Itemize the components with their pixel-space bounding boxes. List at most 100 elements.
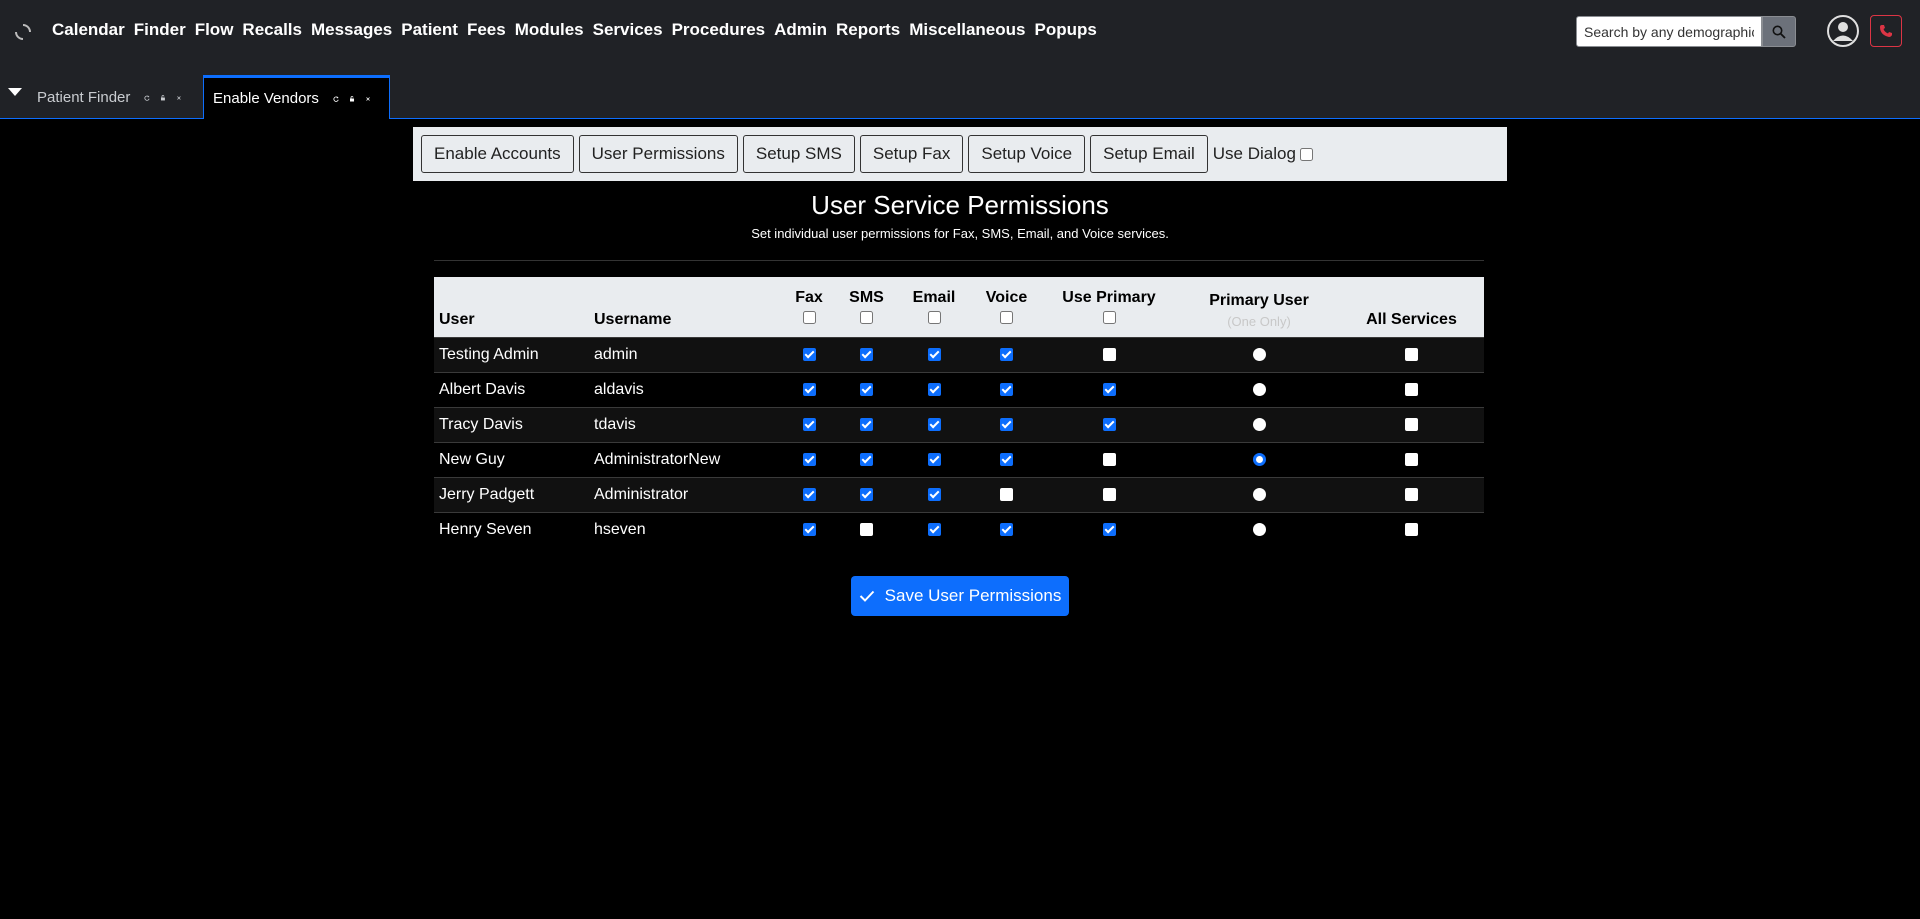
email-checkbox[interactable] bbox=[927, 417, 941, 431]
user-avatar-icon[interactable] bbox=[1826, 14, 1860, 48]
voice-checkbox[interactable] bbox=[1000, 382, 1013, 396]
all-services-checkbox[interactable] bbox=[1405, 487, 1418, 501]
use-primary-checkbox[interactable] bbox=[1102, 347, 1116, 361]
fax-checkbox[interactable] bbox=[802, 523, 816, 537]
main-menu: Calendar Finder Flow Recalls Messages Pa… bbox=[52, 20, 1106, 40]
primary-user-radio[interactable] bbox=[1252, 417, 1266, 431]
menu-admin[interactable]: Admin bbox=[774, 20, 827, 40]
header-email-label: Email bbox=[912, 288, 956, 306]
all-services-checkbox[interactable] bbox=[1405, 523, 1418, 537]
use-primary-checkbox[interactable] bbox=[1102, 382, 1116, 396]
use-primary-checkbox[interactable] bbox=[1102, 417, 1116, 431]
close-icon[interactable] bbox=[365, 93, 371, 105]
sms-checkbox[interactable] bbox=[860, 452, 873, 466]
select-all-voice-checkbox[interactable] bbox=[1000, 310, 1013, 324]
all-services-cell bbox=[1339, 512, 1484, 547]
fax-checkbox[interactable] bbox=[802, 417, 816, 431]
use-dialog-checkbox[interactable] bbox=[1299, 147, 1313, 161]
fax-cell bbox=[779, 337, 839, 372]
menu-calendar[interactable]: Calendar bbox=[52, 20, 125, 40]
menu-patient[interactable]: Patient bbox=[401, 20, 458, 40]
menu-modules[interactable]: Modules bbox=[515, 20, 584, 40]
unlock-icon[interactable] bbox=[349, 93, 355, 105]
menu-reports[interactable]: Reports bbox=[836, 20, 900, 40]
voice-checkbox[interactable] bbox=[1000, 487, 1013, 501]
search-button[interactable] bbox=[1762, 16, 1796, 47]
patient-search bbox=[1576, 16, 1796, 47]
menu-messages[interactable]: Messages bbox=[311, 20, 392, 40]
sms-checkbox[interactable] bbox=[860, 417, 873, 431]
primary-user-radio[interactable] bbox=[1252, 347, 1266, 361]
primary-user-radio[interactable] bbox=[1252, 382, 1266, 396]
fax-checkbox[interactable] bbox=[802, 487, 816, 501]
email-checkbox[interactable] bbox=[927, 523, 941, 537]
fax-checkbox[interactable] bbox=[802, 452, 816, 466]
close-icon[interactable] bbox=[176, 92, 182, 104]
menu-fees[interactable]: Fees bbox=[467, 20, 506, 40]
primary-user-radio[interactable] bbox=[1252, 487, 1266, 501]
permissions-table: User Username Fax SMS Email Voice Use Pr… bbox=[434, 277, 1484, 547]
email-checkbox[interactable] bbox=[927, 452, 941, 466]
setup-sms-button[interactable]: Setup SMS bbox=[742, 135, 855, 173]
primary-user-radio[interactable] bbox=[1252, 523, 1266, 537]
search-input[interactable] bbox=[1576, 16, 1762, 47]
header-sms: SMS bbox=[839, 277, 894, 337]
email-checkbox[interactable] bbox=[927, 487, 941, 501]
voice-checkbox[interactable] bbox=[1000, 452, 1013, 466]
header-username: Username bbox=[594, 310, 672, 328]
phone-button[interactable] bbox=[1870, 15, 1902, 47]
tab-enable-vendors[interactable]: Enable Vendors bbox=[203, 75, 390, 119]
fax-checkbox[interactable] bbox=[802, 382, 816, 396]
refresh-icon[interactable] bbox=[333, 93, 339, 105]
menu-miscellaneous[interactable]: Miscellaneous bbox=[909, 20, 1025, 40]
enable-accounts-button[interactable]: Enable Accounts bbox=[421, 135, 574, 173]
menu-finder[interactable]: Finder bbox=[134, 20, 186, 40]
app-logo-icon[interactable] bbox=[14, 23, 32, 41]
sms-checkbox[interactable] bbox=[860, 523, 873, 537]
select-all-sms-checkbox[interactable] bbox=[860, 310, 873, 324]
sms-checkbox[interactable] bbox=[860, 347, 873, 361]
select-all-fax-checkbox[interactable] bbox=[802, 310, 816, 324]
table-row: Henry Seven hseven bbox=[434, 512, 1484, 547]
all-services-checkbox[interactable] bbox=[1405, 347, 1418, 361]
user-cell: Henry Seven bbox=[439, 520, 532, 538]
sms-checkbox[interactable] bbox=[860, 487, 873, 501]
save-user-permissions-button[interactable]: Save User Permissions bbox=[851, 576, 1069, 616]
menu-popups[interactable]: Popups bbox=[1034, 20, 1096, 40]
select-all-email-checkbox[interactable] bbox=[927, 310, 941, 324]
all-services-checkbox[interactable] bbox=[1405, 417, 1418, 431]
use-primary-checkbox[interactable] bbox=[1102, 452, 1116, 466]
username-cell: Administrator bbox=[594, 485, 689, 503]
menu-services[interactable]: Services bbox=[593, 20, 663, 40]
fax-checkbox[interactable] bbox=[802, 347, 816, 361]
all-services-checkbox[interactable] bbox=[1405, 382, 1418, 396]
sms-checkbox[interactable] bbox=[860, 382, 873, 396]
save-button-label: Save User Permissions bbox=[884, 586, 1062, 605]
setup-fax-button[interactable]: Setup Fax bbox=[859, 135, 964, 173]
use-primary-checkbox[interactable] bbox=[1102, 487, 1116, 501]
divider bbox=[434, 260, 1484, 261]
refresh-icon[interactable] bbox=[144, 92, 150, 104]
primary-user-radio[interactable] bbox=[1252, 452, 1266, 466]
header-voice: Voice bbox=[974, 277, 1039, 337]
menu-flow[interactable]: Flow bbox=[195, 20, 234, 40]
user-cell: Tracy Davis bbox=[439, 415, 523, 433]
unlock-icon[interactable] bbox=[160, 92, 166, 104]
email-checkbox[interactable] bbox=[927, 347, 941, 361]
voice-checkbox[interactable] bbox=[1000, 523, 1013, 537]
voice-checkbox[interactable] bbox=[1000, 347, 1013, 361]
email-checkbox[interactable] bbox=[927, 382, 941, 396]
all-services-checkbox[interactable] bbox=[1405, 452, 1418, 466]
username-cell: hseven bbox=[594, 520, 646, 538]
setup-email-button[interactable]: Setup Email bbox=[1090, 135, 1208, 173]
tab-patient-finder[interactable]: Patient Finder bbox=[28, 76, 200, 119]
use-primary-checkbox[interactable] bbox=[1102, 523, 1116, 537]
user-permissions-button[interactable]: User Permissions bbox=[578, 135, 738, 173]
tabs-toggle-icon[interactable] bbox=[7, 86, 23, 98]
fax-cell bbox=[779, 477, 839, 512]
menu-procedures[interactable]: Procedures bbox=[672, 20, 766, 40]
voice-checkbox[interactable] bbox=[1000, 417, 1013, 431]
menu-recalls[interactable]: Recalls bbox=[242, 20, 302, 40]
setup-voice-button[interactable]: Setup Voice bbox=[968, 135, 1086, 173]
select-all-use-primary-checkbox[interactable] bbox=[1102, 310, 1116, 324]
